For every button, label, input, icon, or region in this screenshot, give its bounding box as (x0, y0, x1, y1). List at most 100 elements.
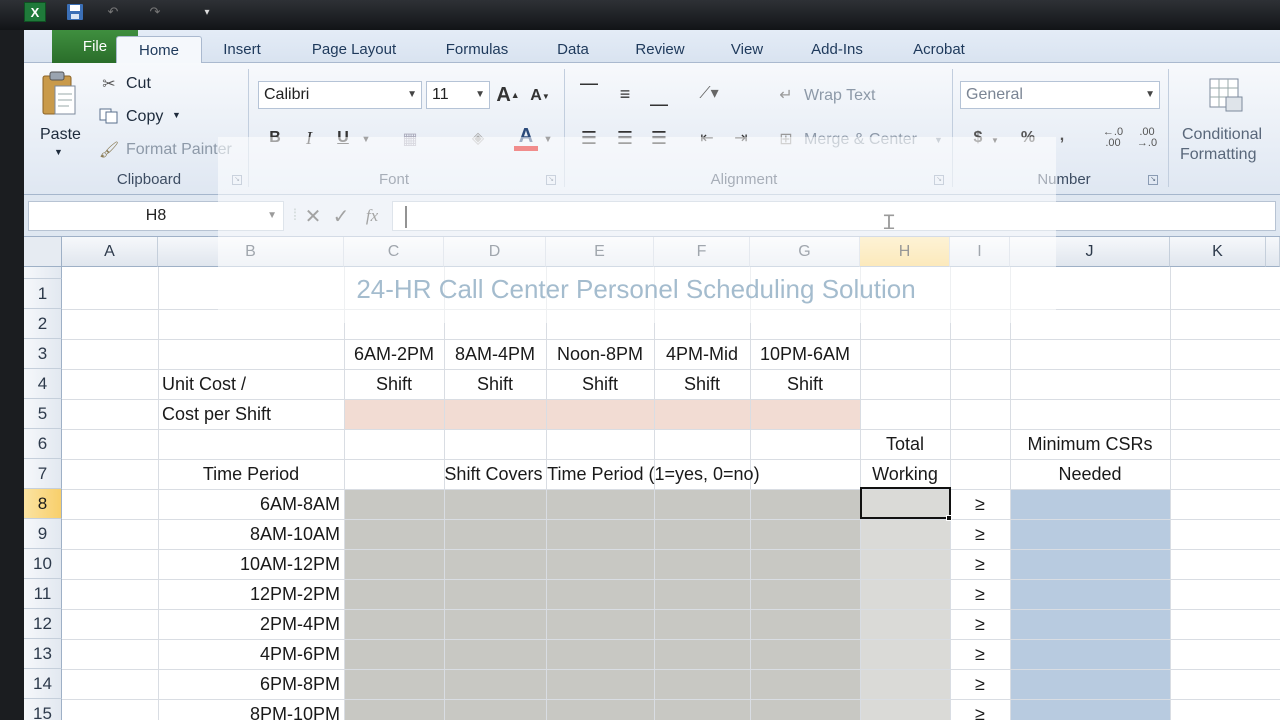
cost-per-shift-range[interactable] (344, 400, 860, 429)
worksheet-grid[interactable]: A B C D E F G H I J K 1 2 3 4 5 6 7 8 9 … (24, 237, 1280, 720)
gte-cell[interactable]: ≥ (950, 519, 1010, 549)
shift-name-cell[interactable]: Noon-8PM (546, 339, 654, 369)
currency-dropdown-icon[interactable]: ▼ (990, 133, 1000, 147)
align-middle-icon[interactable]: ≡ (612, 83, 638, 105)
shift-name-cell[interactable]: 10PM-6AM (750, 339, 860, 369)
excel-icon[interactable]: X (24, 2, 46, 22)
row-header-8[interactable]: 8 (24, 489, 62, 519)
unit-cost-label[interactable]: Unit Cost / (162, 369, 342, 399)
needed-label[interactable]: Needed (1010, 459, 1170, 489)
currency-button[interactable]: $ (968, 127, 988, 149)
row-header-14[interactable]: 14 (24, 669, 62, 699)
comma-style-button[interactable]: , (1054, 125, 1070, 147)
row-header-7[interactable]: 7 (24, 459, 62, 489)
time-period-label[interactable]: Time Period (158, 459, 344, 489)
select-all-corner[interactable] (24, 237, 62, 267)
alignment-launcher-icon[interactable]: ↘ (934, 175, 944, 185)
row-header-13[interactable]: 13 (24, 639, 62, 669)
cut-button[interactable]: Cut (126, 75, 151, 93)
align-bottom-icon[interactable]: ⎽ (646, 85, 672, 107)
font-size-combo[interactable]: 11 ▼ (426, 81, 490, 109)
italic-button[interactable]: I (298, 127, 320, 149)
time-period-cell[interactable]: 2PM-4PM (158, 609, 344, 639)
tab-view[interactable]: View (724, 36, 770, 63)
tab-home[interactable]: Home (116, 36, 202, 64)
tab-acrobat[interactable]: Acrobat (906, 36, 972, 63)
gte-cell[interactable]: ≥ (950, 699, 1010, 720)
minimum-csrs-range[interactable] (1010, 489, 1170, 720)
tab-add-ins[interactable]: Add-Ins (804, 36, 870, 63)
paste-dropdown-icon[interactable]: ▼ (54, 147, 63, 157)
paste-button[interactable]: Paste (40, 126, 81, 144)
shift-word-cell[interactable]: Shift (654, 369, 750, 399)
customize-dropdown-icon[interactable]: ▾ (200, 2, 214, 22)
percent-button[interactable]: % (1018, 127, 1038, 149)
column-header-i[interactable]: I (950, 237, 1010, 267)
shift-covers-label[interactable]: Shift Covers Time Period (1=yes, 0=no) (344, 459, 860, 489)
cancel-icon[interactable]: ✕ (302, 203, 324, 229)
row-header-2[interactable]: 2 (24, 309, 62, 339)
wrap-text-button[interactable]: Wrap Text (804, 87, 875, 105)
column-header-h[interactable]: H (860, 237, 950, 267)
coverage-range[interactable] (344, 489, 860, 720)
column-header-d[interactable]: D (444, 237, 546, 267)
clipboard-launcher-icon[interactable]: ↘ (232, 175, 242, 185)
gte-cell[interactable]: ≥ (950, 639, 1010, 669)
format-painter-button[interactable]: Format Painter (126, 141, 232, 159)
align-center-icon[interactable]: ☰ (612, 127, 638, 149)
column-header-f[interactable]: F (654, 237, 750, 267)
row-header-10[interactable]: 10 (24, 549, 62, 579)
tab-insert[interactable]: Insert (214, 36, 270, 63)
column-header-g[interactable]: G (750, 237, 860, 267)
column-header-b[interactable]: B (158, 237, 344, 267)
row-header-9[interactable]: 9 (24, 519, 62, 549)
shift-word-cell[interactable]: Shift (444, 369, 546, 399)
undo-icon[interactable]: ↶ (104, 2, 122, 22)
time-period-cell[interactable]: 6PM-8PM (158, 669, 344, 699)
redo-icon[interactable]: ↷ (146, 2, 164, 22)
shift-name-cell[interactable]: 4PM-Mid (654, 339, 750, 369)
gte-cell[interactable]: ≥ (950, 489, 1010, 519)
decrease-decimal-button[interactable]: .00 →.0 (1132, 125, 1162, 151)
column-header-k[interactable]: K (1170, 237, 1266, 267)
fill-color-icon[interactable]: ◈ (464, 125, 492, 151)
grow-font-icon[interactable]: A ▲ (496, 83, 520, 107)
row-header-5[interactable]: 5 (24, 399, 62, 429)
sheet-title[interactable]: 24-HR Call Center Personel Scheduling So… (216, 274, 1056, 304)
insert-function-icon[interactable]: fx (360, 203, 384, 229)
shift-word-cell[interactable]: Shift (546, 369, 654, 399)
minimum-csrs-label[interactable]: Minimum CSRs (1010, 429, 1170, 459)
copy-button[interactable]: Copy (126, 108, 163, 126)
tab-data[interactable]: Data (548, 36, 598, 63)
column-header-a[interactable]: A (62, 237, 158, 267)
active-cell-h8[interactable] (860, 487, 951, 519)
enter-icon[interactable]: ✓ (330, 203, 352, 229)
time-period-cell[interactable]: 12PM-2PM (158, 579, 344, 609)
merge-center-icon[interactable]: ⊞ (774, 127, 798, 151)
align-right-icon[interactable]: ☰ (646, 127, 672, 149)
gte-cell[interactable]: ≥ (950, 669, 1010, 699)
shift-word-cell[interactable]: Shift (344, 369, 444, 399)
row-header-1[interactable]: 1 (24, 279, 62, 309)
shift-word-cell[interactable]: Shift (750, 369, 860, 399)
total-working-range[interactable] (860, 489, 950, 720)
total-label[interactable]: Total (860, 429, 950, 459)
formula-input[interactable]: Ｉ (392, 201, 1276, 234)
copy-dropdown-icon[interactable]: ▼ (172, 110, 181, 120)
row-header-6[interactable]: 6 (24, 429, 62, 459)
shift-name-cell[interactable]: 8AM-4PM (444, 339, 546, 369)
row-header-15[interactable]: 15 (24, 699, 62, 720)
increase-indent-icon[interactable]: ⇥ (728, 127, 754, 149)
chevron-down-icon[interactable]: ▼ (267, 202, 277, 230)
shrink-font-icon[interactable]: A ▼ (528, 85, 552, 107)
cost-per-shift-label[interactable]: Cost per Shift (162, 399, 342, 429)
merge-center-button[interactable]: Merge & Center (804, 131, 917, 149)
tab-page-layout[interactable]: Page Layout (302, 36, 406, 63)
paste-icon[interactable] (36, 69, 82, 119)
working-label[interactable]: Working (860, 459, 950, 489)
wrap-text-icon[interactable]: ↵ (774, 83, 798, 107)
tab-formulas[interactable]: Formulas (436, 36, 518, 63)
merge-dropdown-icon[interactable]: ▼ (934, 135, 943, 145)
tab-review[interactable]: Review (628, 36, 692, 63)
underline-dropdown-icon[interactable]: ▼ (360, 131, 372, 147)
